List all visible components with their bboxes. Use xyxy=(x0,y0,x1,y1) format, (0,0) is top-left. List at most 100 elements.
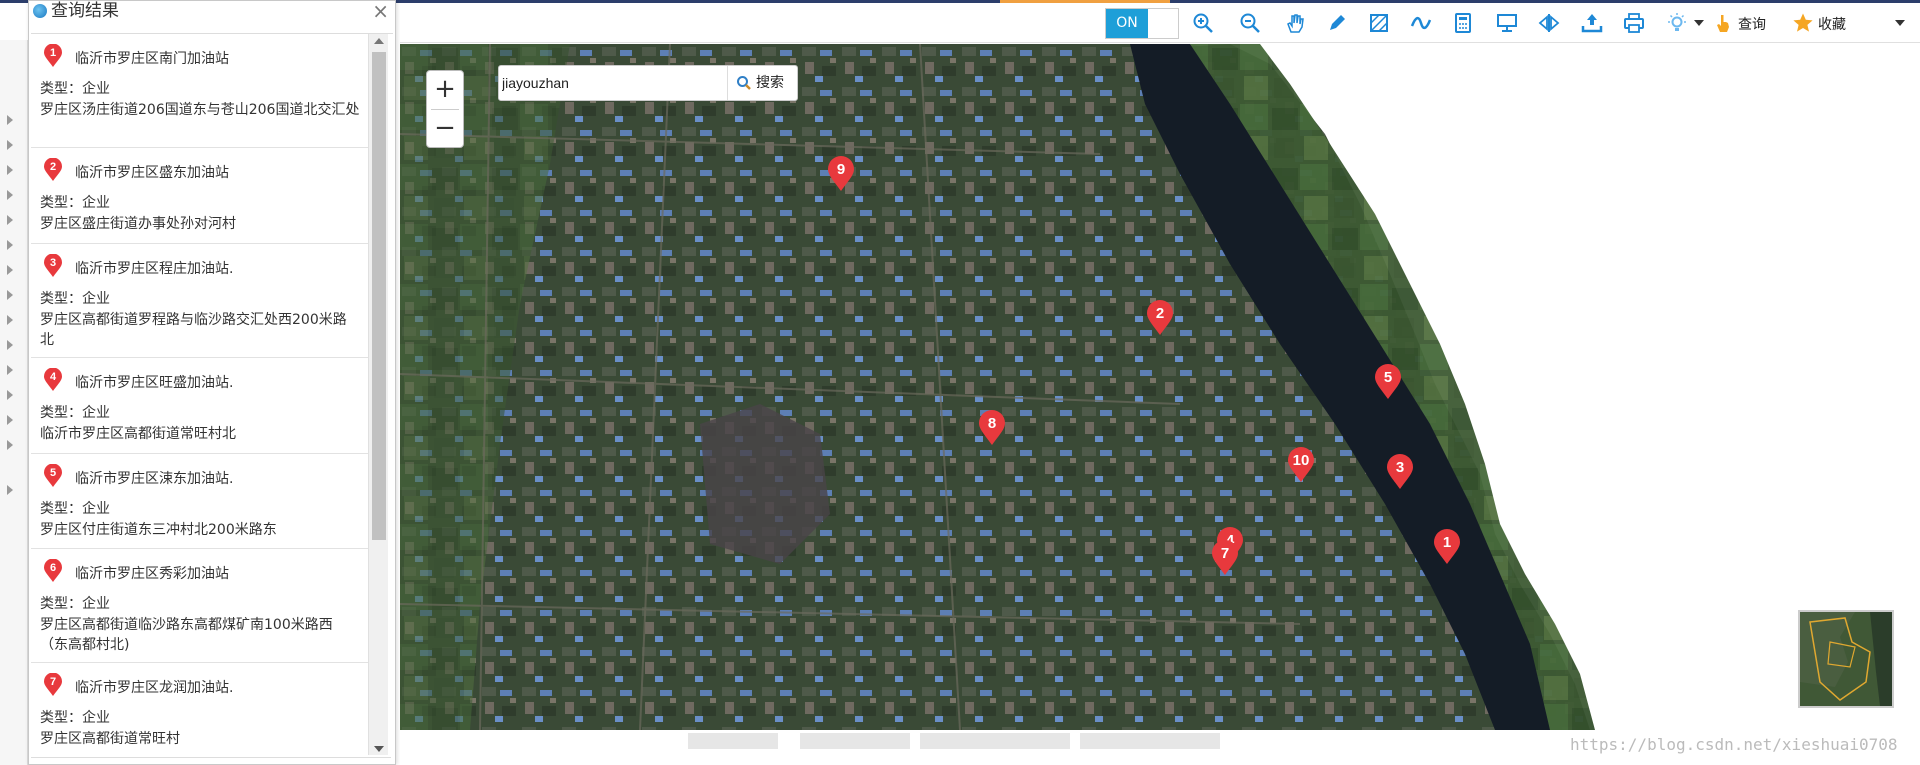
result-name[interactable]: 临沂市罗庄区盛东加油站 xyxy=(75,162,229,182)
close-button[interactable]: × xyxy=(372,0,389,23)
scroll-thumb[interactable] xyxy=(372,52,386,540)
pan-hand-icon[interactable] xyxy=(1284,12,1306,34)
result-item[interactable]: 6 临沂市罗庄区秀彩加油站 类型：企业 罗庄区高都街道临沙路东高都煤矿南100米路西（… xyxy=(31,549,368,663)
expand-arrow-icon[interactable] xyxy=(7,140,13,150)
result-item[interactable]: 5 临沂市罗庄区涑东加油站. 类型：企业 罗庄区付庄街道东三冲村北200米路东 xyxy=(31,454,368,549)
query-button[interactable]: 查询 xyxy=(1738,14,1766,34)
result-name[interactable]: 临沂市罗庄区涑东加油站. xyxy=(75,468,233,488)
result-type: 类型：企业 xyxy=(40,710,110,726)
search-button[interactable]: 搜索 xyxy=(727,66,797,100)
expand-arrow-icon[interactable] xyxy=(7,340,13,350)
expand-arrow-icon[interactable] xyxy=(7,365,13,375)
zoom-in-icon[interactable] xyxy=(1192,12,1214,34)
map-toolbar: ON 查询 收藏 xyxy=(400,3,1920,43)
result-address: 罗庄区付庄街道东三冲村北200米路东 xyxy=(40,522,277,538)
expand-arrow-icon[interactable] xyxy=(7,390,13,400)
result-item[interactable]: 4 临沂市罗庄区旺盛加油站. 类型：企业临沂市罗庄区高都街道常旺村北 xyxy=(31,358,368,454)
map-marker[interactable]: 7 xyxy=(1210,540,1240,576)
svg-text:6: 6 xyxy=(50,562,56,574)
svg-text:4: 4 xyxy=(50,371,57,383)
upload-icon[interactable] xyxy=(1581,12,1603,34)
expand-arrow-icon[interactable] xyxy=(7,440,13,450)
expand-arrow-icon[interactable] xyxy=(7,240,13,250)
layer-tree-strip xyxy=(0,40,28,765)
map-marker[interactable]: 3 xyxy=(1385,454,1415,490)
expand-arrow-icon[interactable] xyxy=(7,315,13,325)
zoom-in-button[interactable]: + xyxy=(427,71,463,109)
on-off-toggle[interactable]: ON xyxy=(1105,8,1179,39)
expand-arrow-icon[interactable] xyxy=(7,415,13,425)
bar-segment xyxy=(1080,733,1220,749)
scroll-up-arrow-icon[interactable] xyxy=(374,38,384,44)
marker-number: 2 xyxy=(1155,305,1165,322)
map-marker[interactable]: 2 xyxy=(1145,300,1175,336)
zoom-out-button[interactable]: − xyxy=(427,110,463,148)
expand-arrow-icon[interactable] xyxy=(7,215,13,225)
area-measure-icon[interactable] xyxy=(1368,12,1390,34)
marker-number: 3 xyxy=(1395,459,1405,476)
expand-arrow-icon[interactable] xyxy=(7,485,13,495)
location-pin-icon: 4 xyxy=(44,368,62,391)
expand-arrow-icon[interactable] xyxy=(7,190,13,200)
map-view[interactable]: + − 搜索 9 2 5 8 xyxy=(400,44,1920,730)
map-search-input[interactable] xyxy=(502,70,724,96)
app-window: 查询结果 × 1 临沂市罗庄区南门加油站类型：企业 罗庄区汤庄街道206国道东与苍山… xyxy=(0,0,1920,765)
map-marker[interactable]: 1 xyxy=(1432,529,1462,565)
location-pin-icon: 2 xyxy=(44,158,62,181)
map-marker[interactable]: 8 xyxy=(977,410,1007,446)
pointer-hand-icon[interactable] xyxy=(1712,12,1734,34)
result-name[interactable]: 临沂市罗庄区龙润加油站. xyxy=(75,677,233,697)
toggle-on-label: ON xyxy=(1106,9,1148,38)
map-marker[interactable]: 9 xyxy=(826,156,856,192)
bar-segment xyxy=(688,733,778,749)
scrollbar[interactable] xyxy=(368,34,388,755)
chevron-down-icon[interactable] xyxy=(1694,20,1704,26)
overview-minimap[interactable] xyxy=(1798,610,1894,708)
panel-header: 查询结果 × xyxy=(29,0,395,23)
polyline-icon[interactable] xyxy=(1410,12,1432,34)
bar-segment xyxy=(800,733,910,749)
chevron-down-icon[interactable] xyxy=(1895,20,1905,26)
expand-arrow-icon[interactable] xyxy=(7,165,13,175)
result-item[interactable]: 2 临沂市罗庄区盛东加油站 类型：企业 罗庄区盛庄街道办事处孙对河村 xyxy=(31,148,368,244)
result-address: 罗庄区盛庄街道办事处孙对河村 xyxy=(40,216,236,232)
map-marker[interactable]: 10 xyxy=(1286,447,1316,483)
map-marker[interactable]: 5 xyxy=(1373,364,1403,400)
result-item[interactable]: 3 临沂市罗庄区程庄加油站. 类型：企业 罗庄区高都街道罗程路与临沙路交汇处西200米… xyxy=(31,244,368,358)
expand-arrow-icon[interactable] xyxy=(7,265,13,275)
marker-number: 1 xyxy=(1442,534,1452,551)
favorites-button[interactable]: 收藏 xyxy=(1818,14,1846,34)
result-item[interactable]: 7 临沂市罗庄区龙润加油站. 类型：企业罗庄区高都街道常旺村 xyxy=(31,663,368,755)
location-pin-icon: 1 xyxy=(44,44,62,67)
watermark-text: https://blog.csdn.net/xieshuai0708 xyxy=(1570,735,1898,754)
light-bulb-icon[interactable] xyxy=(1666,12,1688,34)
result-name[interactable]: 临沂市罗庄区程庄加油站. xyxy=(75,258,233,278)
location-pin-icon: 3 xyxy=(44,254,62,277)
star-icon[interactable] xyxy=(1792,12,1814,34)
result-address: 罗庄区高都街道常旺村 xyxy=(40,731,180,747)
result-type: 类型：企业 xyxy=(40,291,110,307)
zoom-out-icon[interactable] xyxy=(1239,12,1261,34)
marker-number: 10 xyxy=(1292,452,1310,469)
location-pin-icon: 5 xyxy=(44,464,62,487)
expand-arrow-icon[interactable] xyxy=(7,115,13,125)
result-item[interactable]: 1 临沂市罗庄区南门加油站 类型：企业 罗庄区汤庄街道206国道东与苍山206国道北交… xyxy=(31,34,368,148)
location-pin-icon: 7 xyxy=(44,673,62,696)
result-address: 临沂市罗庄区高都街道常旺村北 xyxy=(40,426,236,442)
search-button-label: 搜索 xyxy=(756,75,784,91)
result-name[interactable]: 临沂市罗庄区旺盛加油站. xyxy=(75,372,233,392)
expand-arrow-icon[interactable] xyxy=(7,290,13,300)
split-compare-icon[interactable] xyxy=(1538,12,1560,34)
svg-text:7: 7 xyxy=(50,676,56,688)
result-address: 罗庄区高都街道临沙路东高都煤矿南100米路西（东高都村北) xyxy=(40,617,333,653)
result-name[interactable]: 临沂市罗庄区南门加油站 xyxy=(75,48,229,68)
screen-display-icon[interactable] xyxy=(1496,12,1518,34)
measure-pencil-icon[interactable] xyxy=(1326,12,1348,34)
result-address: 罗庄区汤庄街道206国道东与苍山206国道北交汇处 xyxy=(40,102,360,118)
print-icon[interactable] xyxy=(1623,12,1645,34)
result-type: 类型：企业 xyxy=(40,405,110,421)
calculator-icon[interactable] xyxy=(1452,12,1474,34)
result-name[interactable]: 临沂市罗庄区秀彩加油站 xyxy=(75,563,229,583)
marker-number: 7 xyxy=(1220,545,1230,562)
scroll-down-arrow-icon[interactable] xyxy=(374,746,384,752)
